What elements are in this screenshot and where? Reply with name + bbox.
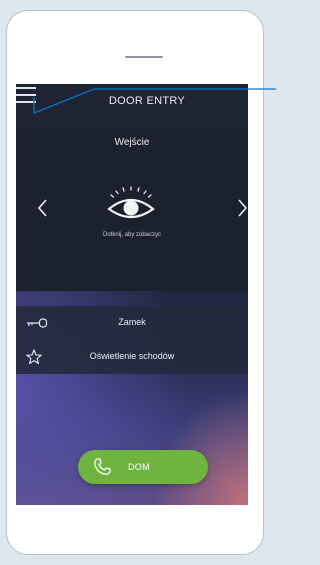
- app-screen: DOOR ENTRY Wejście Dotknij, aby zobaczyć…: [16, 84, 248, 505]
- top-bar: DOOR ENTRY: [16, 84, 248, 120]
- camera-hint: Dotknij, aby zobaczyć: [102, 232, 162, 238]
- page-title: DOOR ENTRY: [108, 95, 186, 107]
- lock-row[interactable]: Zamek: [16, 306, 248, 340]
- phone-speaker: [125, 56, 163, 58]
- camera-label: Wejście: [114, 137, 150, 148]
- menu-icon[interactable]: [16, 87, 36, 103]
- star-icon: [26, 349, 50, 365]
- phone-icon: [92, 457, 112, 477]
- chevron-right-icon[interactable]: [233, 196, 248, 220]
- lock-label: Zamek: [118, 317, 146, 327]
- chevron-left-icon[interactable]: [34, 196, 52, 220]
- eye-icon[interactable]: [103, 185, 159, 225]
- call-home-button[interactable]: DOM: [78, 450, 208, 484]
- key-icon: [26, 315, 50, 331]
- call-home-label: DOM: [128, 462, 150, 472]
- stairs-light-label: Oświetlenie schodów: [89, 351, 175, 361]
- camera-panel[interactable]: Wejście Dotknij, aby zobaczyć: [16, 127, 248, 291]
- stairs-light-row[interactable]: Oświetlenie schodów: [16, 340, 248, 374]
